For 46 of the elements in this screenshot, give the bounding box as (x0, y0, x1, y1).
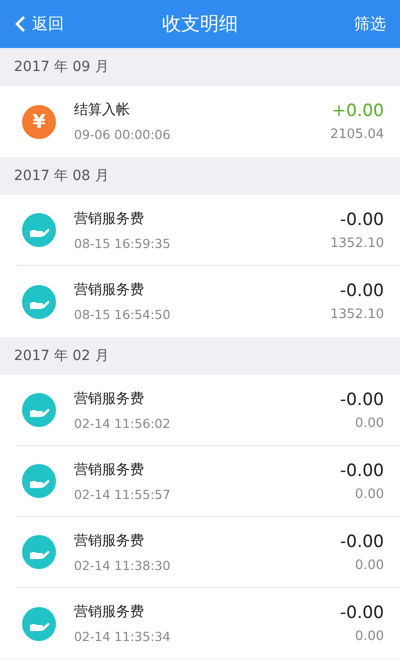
balance-text: 1352.10 (330, 236, 384, 250)
hand-icon (22, 606, 56, 640)
balance-text: 0.00 (355, 416, 384, 430)
hand-icon (22, 464, 56, 498)
transaction-row[interactable]: 营销服务费 02-14 11:35:34 -0.00 0.00 (16, 588, 400, 659)
balance-text: 0.00 (355, 486, 384, 502)
balance-text: 0.00 (355, 629, 384, 644)
transaction-time: 08-15 16:59:35 (74, 236, 172, 250)
transaction-row[interactable]: 营销服务费 02-14 11:38:30 -0.00 0.00 (16, 517, 400, 588)
hand-icon (22, 535, 56, 569)
amount-text: -0.00 (340, 210, 384, 230)
transaction-title: 营销服务费 (74, 210, 145, 228)
amount-text: -0.00 (340, 460, 384, 480)
transaction-title: 营销服务费 (74, 532, 145, 550)
page-title: 收支明细 (162, 12, 238, 37)
transaction-row[interactable]: 营销服务费 08-15 16:54:50 -0.00 1352.10 (16, 266, 400, 337)
hand-icon (22, 393, 56, 427)
transaction-title: 营销服务费 (74, 390, 145, 408)
month-header: 2017 年 02 月 (13, 347, 110, 366)
transaction-time: 02-14 11:35:34 (74, 629, 172, 644)
transaction-title: 结算入帐 (74, 101, 131, 119)
month-header: 2017 年 08 月 (13, 167, 110, 186)
balance-text: 2105.04 (330, 127, 384, 142)
transaction-title: 营销服务费 (74, 603, 145, 621)
balance-text: 1352.10 (330, 307, 384, 322)
transaction-row[interactable]: 营销服务费 08-15 16:59:35 -0.00 1352.10 (16, 195, 400, 266)
amount-text: -0.00 (340, 390, 384, 410)
hand-icon (22, 284, 56, 318)
yen-icon: ¥ (22, 104, 56, 138)
transaction-time: 09-06 00:00:06 (74, 127, 172, 142)
transaction-row[interactable]: 营销服务费 02-14 11:55:57 -0.00 0.00 (16, 446, 400, 517)
transaction-time: 02-14 11:56:02 (74, 416, 172, 430)
balance-text: 0.00 (355, 558, 384, 572)
amount-text: -0.00 (340, 281, 384, 301)
transaction-time: 02-14 11:55:57 (74, 486, 172, 502)
amount-text: +0.00 (332, 101, 384, 121)
transaction-title: 营销服务费 (74, 281, 145, 299)
amount-text: -0.00 (340, 603, 384, 623)
month-header: 2017 年 09 月 (13, 58, 110, 77)
transaction-title: 营销服务费 (74, 460, 145, 478)
hand-icon (22, 213, 56, 247)
amount-text: -0.00 (340, 532, 384, 552)
transaction-row[interactable]: 营销服务费 02-14 11:56:02 -0.00 0.00 (16, 375, 400, 446)
transaction-time: 02-14 11:38:30 (74, 558, 172, 572)
back-icon (14, 15, 26, 33)
transaction-time: 08-15 16:54:50 (74, 307, 172, 322)
